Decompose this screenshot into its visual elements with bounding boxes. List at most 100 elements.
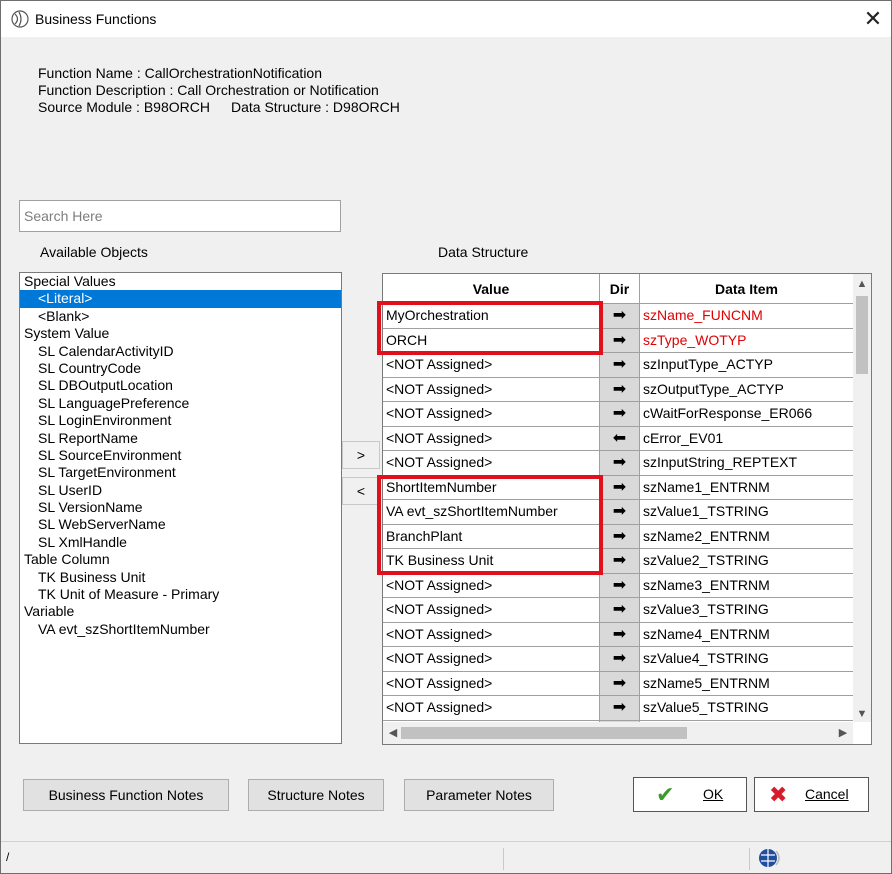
business-function-notes-button[interactable]: Business Function Notes [23,779,229,811]
value-cell[interactable]: <NOT Assigned> [383,671,600,696]
object-category[interactable]: System Value [20,325,341,342]
status-text: / [6,850,10,864]
value-cell[interactable]: <NOT Assigned> [383,647,600,672]
value-cell[interactable]: <NOT Assigned> [383,402,600,427]
arrow-right-icon[interactable]: ➡ [600,622,640,647]
data-item-cell: cError_EV01 [640,427,853,451]
value-cell[interactable]: MyOrchestration [383,304,600,329]
grid-row[interactable]: <NOT Assigned> ⬅ cError_EV01 [383,426,853,451]
object-item[interactable]: SL XmlHandle [20,534,341,551]
status-divider [749,848,750,870]
arrow-right-icon[interactable]: ➡ [600,377,640,402]
value-cell[interactable]: <NOT Assigned> [383,353,600,378]
arrow-right-icon[interactable]: ➡ [600,451,640,476]
value-cell[interactable]: <NOT Assigned> [383,426,600,451]
grid-row[interactable]: ShortItemNumber ➡ szName1_ENTRNM [383,475,853,500]
object-category[interactable]: Special Values [20,273,341,290]
arrow-right-icon[interactable]: ➡ [600,353,640,378]
value-cell[interactable]: ORCH [383,328,600,353]
object-item[interactable]: SL VersionName [20,499,341,516]
arrow-right-icon[interactable]: ➡ [600,500,640,525]
arrow-right-icon[interactable]: ➡ [600,328,640,353]
value-cell[interactable]: <NOT Assigned> [383,622,600,647]
object-item[interactable]: SL CalendarActivityID [20,343,341,360]
object-item[interactable]: SL SourceEnvironment [20,447,341,464]
grid-row[interactable]: MyOrchestration ➡ szName_FUNCNM [383,304,853,329]
value-cell[interactable]: VA evt_szShortItemNumber [383,500,600,525]
horizontal-scrollbar[interactable]: ◀ ▶ [383,722,853,744]
arrow-right-icon[interactable]: ➡ [600,598,640,623]
object-item[interactable]: VA evt_szShortItemNumber [20,621,341,638]
jde-globe-icon [11,10,29,28]
arrow-left-icon[interactable]: ⬅ [600,426,640,451]
object-item[interactable]: SL CountryCode [20,360,341,377]
object-item[interactable]: SL DBOutputLocation [20,377,341,394]
data-item-column-header[interactable]: Data Item [640,274,853,304]
scroll-down-icon[interactable]: ▼ [853,706,871,722]
object-item[interactable]: <Literal> [20,290,341,308]
value-column-header[interactable]: Value [383,274,600,304]
search-input[interactable] [19,200,341,232]
grid-row[interactable]: <NOT Assigned> ➡ szName3_ENTRNM [383,573,853,598]
grid-row[interactable]: <NOT Assigned> ➡ szInputString_REPTEXT [383,451,853,476]
add-object-button[interactable]: > [342,441,380,469]
cancel-button[interactable]: ✖ Cancel [754,777,869,812]
object-item[interactable]: TK Unit of Measure - Primary [20,586,341,603]
grid-row[interactable]: <NOT Assigned> ➡ szValue3_TSTRING [383,598,853,623]
grid-row[interactable]: <NOT Assigned> ➡ szName5_ENTRNM [383,671,853,696]
scroll-right-icon[interactable]: ▶ [835,725,851,741]
object-category[interactable]: Table Column [20,551,341,568]
arrow-right-icon[interactable]: ➡ [600,402,640,427]
object-item[interactable]: SL ReportName [20,430,341,447]
remove-object-button[interactable]: < [342,477,380,505]
object-item[interactable]: <Blank> [20,308,341,325]
grid-row[interactable]: <NOT Assigned> ➡ szValue5_TSTRING [383,696,853,721]
value-cell[interactable]: <NOT Assigned> [383,451,600,476]
arrow-right-icon[interactable]: ➡ [600,696,640,721]
grid-row[interactable]: ORCH ➡ szType_WOTYP [383,328,853,353]
dir-column-header[interactable]: Dir [600,274,640,304]
arrow-right-icon[interactable]: ➡ [600,524,640,549]
value-cell[interactable]: BranchPlant [383,524,600,549]
parameter-notes-button[interactable]: Parameter Notes [404,779,554,811]
grid-row[interactable]: <NOT Assigned> ➡ szOutputType_ACTYP [383,377,853,402]
business-functions-dialog: Business Functions ✕ Function Name : Cal… [0,0,892,874]
horizontal-scroll-thumb[interactable] [401,727,687,739]
close-icon[interactable]: ✕ [859,5,887,33]
scroll-up-icon[interactable]: ▲ [853,276,871,292]
available-objects-list[interactable]: Special Values <Literal> <Blank> System Val… [19,272,342,744]
grid-row[interactable]: <NOT Assigned> ➡ szName4_ENTRNM [383,622,853,647]
scroll-left-icon[interactable]: ◀ [385,725,401,741]
ok-label: OK [703,786,724,802]
structure-notes-button[interactable]: Structure Notes [248,779,384,811]
vertical-scroll-thumb[interactable] [856,296,868,374]
arrow-right-icon[interactable]: ➡ [600,647,640,672]
arrow-right-icon[interactable]: ➡ [600,304,640,329]
grid-row[interactable]: <NOT Assigned> ➡ szValue4_TSTRING [383,647,853,672]
value-cell[interactable]: TK Business Unit [383,549,600,574]
ok-button[interactable]: ✔ OK [633,777,747,812]
arrow-right-icon[interactable]: ➡ [600,549,640,574]
object-item[interactable]: SL LoginEnvironment [20,412,341,429]
grid-row[interactable]: BranchPlant ➡ szName2_ENTRNM [383,524,853,549]
object-item[interactable]: SL TargetEnvironment [20,464,341,481]
value-cell[interactable]: <NOT Assigned> [383,377,600,402]
value-cell[interactable]: <NOT Assigned> [383,573,600,598]
value-cell[interactable]: ShortItemNumber [383,475,600,500]
grid-row[interactable]: <NOT Assigned> ➡ cWaitForResponse_ER066 [383,402,853,427]
value-cell[interactable]: <NOT Assigned> [383,696,600,721]
object-item[interactable]: SL UserID [20,482,341,499]
value-cell[interactable]: <NOT Assigned> [383,598,600,623]
arrow-right-icon[interactable]: ➡ [600,671,640,696]
object-item[interactable]: SL LanguagePreference [20,395,341,412]
object-item[interactable]: TK Business Unit [20,569,341,586]
object-item[interactable]: SL WebServerName [20,516,341,533]
object-category[interactable]: Variable [20,603,341,620]
grid-row[interactable]: <NOT Assigned> ➡ szInputType_ACTYP [383,353,853,378]
arrow-right-icon[interactable]: ➡ [600,475,640,500]
data-item-cell: szValue4_TSTRING [640,647,853,672]
arrow-right-icon[interactable]: ➡ [600,573,640,598]
grid-row[interactable]: TK Business Unit ➡ szValue2_TSTRING [383,549,853,574]
grid-row[interactable]: VA evt_szShortItemNumber ➡ szValue1_TSTRIN… [383,500,853,525]
vertical-scrollbar[interactable]: ▲ ▼ [853,274,871,722]
